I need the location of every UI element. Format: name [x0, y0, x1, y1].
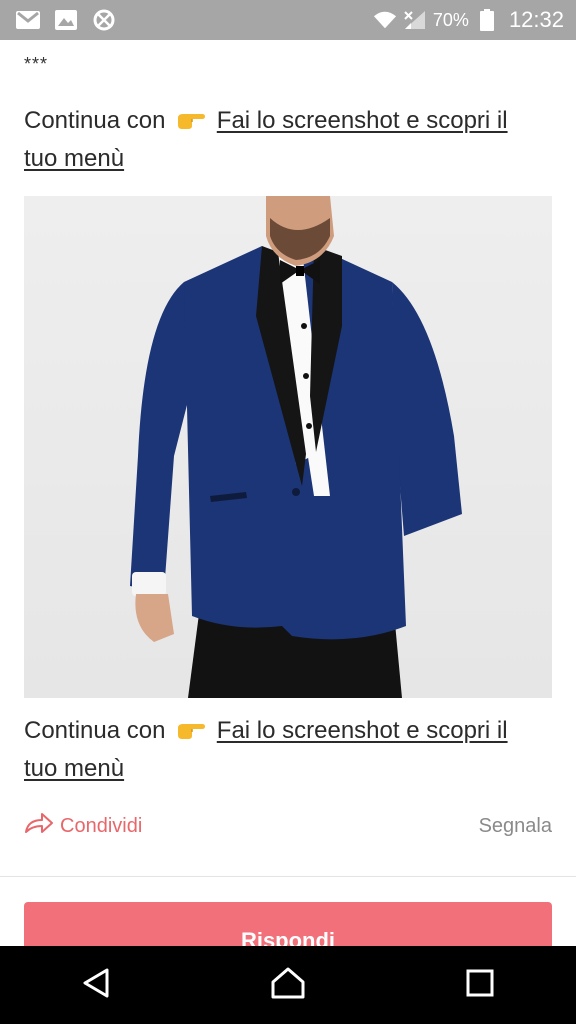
home-button[interactable] — [258, 955, 318, 1015]
pointing-right-emoji-icon — [176, 104, 206, 129]
status-bar: 70% 12:32 — [0, 0, 576, 40]
pointing-right-emoji-icon — [176, 714, 206, 739]
continue-paragraph: Continua con Fai lo screenshot e scopri … — [24, 102, 544, 178]
divider — [0, 876, 576, 877]
battery-percent: 70% — [432, 9, 469, 30]
continue-paragraph: Continua con Fai lo screenshot e scopri … — [24, 712, 544, 788]
share-icon — [24, 812, 54, 840]
share-label: Condividi — [60, 814, 143, 837]
report-link[interactable]: Segnala — [479, 815, 552, 838]
post-content: *** Continua con Fai lo screenshot e sco… — [0, 40, 576, 946]
reply-button[interactable]: Rispondi — [24, 902, 552, 946]
back-icon — [81, 967, 111, 1004]
navigation-bar — [0, 946, 576, 1024]
wifi-icon — [373, 10, 397, 30]
data-saver-icon — [92, 9, 116, 31]
signal-icon — [403, 10, 427, 30]
recents-icon — [466, 969, 494, 1002]
battery-icon — [475, 9, 499, 31]
tuxedo-photo — [24, 196, 552, 698]
clock: 12:32 — [508, 7, 564, 32]
back-button[interactable] — [66, 955, 126, 1015]
gallery-icon — [54, 10, 78, 30]
separator: *** — [24, 54, 49, 74]
share-button[interactable]: Condividi — [24, 812, 142, 840]
gmail-icon — [16, 10, 40, 30]
continue-prefix: Continua con — [24, 717, 166, 744]
continue-prefix: Continua con — [24, 107, 166, 134]
home-icon — [270, 966, 306, 1005]
post-actions: Condividi Segnala — [24, 810, 552, 842]
recents-button[interactable] — [450, 955, 510, 1015]
